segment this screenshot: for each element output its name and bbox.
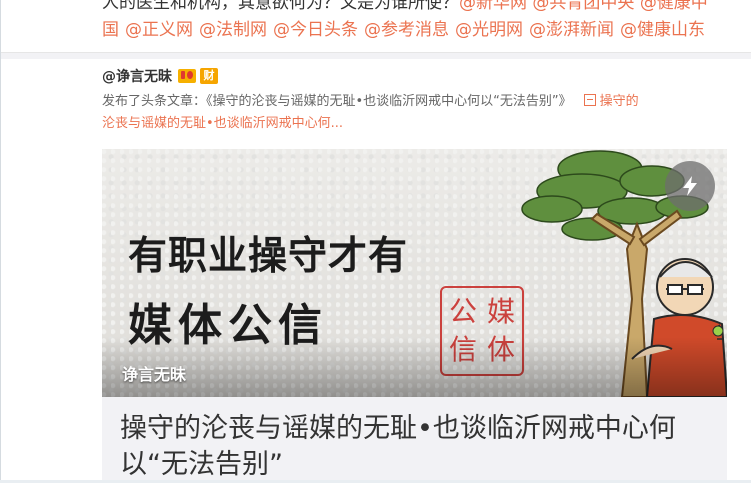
mention-link[interactable]: @法制网 bbox=[199, 20, 267, 40]
repost-text-prefix: 发布了头条文章：《操守的沦丧与谣媒的无耻•也谈临沂网戒中心何以“无法告别”》 bbox=[102, 94, 572, 109]
vip-badge-icon[interactable] bbox=[178, 69, 196, 83]
mention-link[interactable]: @澎湃新闻 bbox=[529, 20, 614, 40]
finance-badge-icon[interactable]: 财 bbox=[200, 68, 218, 84]
mention-link[interactable]: @健康中 bbox=[640, 0, 708, 13]
article-title[interactable]: 操守的沦丧与谣媒的无耻•也谈临沂网戒中心何以“无法告别” bbox=[120, 411, 710, 483]
repost-author-name[interactable]: @诤言无昧 bbox=[102, 66, 172, 86]
post-text: 人的医生和机构，其意欲何为？又是为谁所使？@新华网 @共青团中央 @健康中 国 @… bbox=[102, 0, 742, 44]
article-title-box[interactable]: 操守的沦丧与谣媒的无耻•也谈临沂网戒中心何以“无法告别” bbox=[102, 397, 727, 480]
cover-source-label: 诤言无昧 bbox=[122, 365, 187, 384]
mention-link[interactable]: @参考消息 bbox=[364, 20, 449, 40]
repost-author-row: @诤言无昧 财 bbox=[102, 66, 218, 86]
mention-link[interactable]: @共青团中央 bbox=[532, 0, 634, 13]
lightning-icon bbox=[683, 176, 697, 196]
mention-link[interactable]: @光明网 bbox=[455, 20, 523, 40]
article-icon bbox=[583, 94, 596, 106]
article-link-cont[interactable]: 沦丧与谣媒的无耻•也谈临沂网戒中心何... bbox=[102, 116, 343, 131]
post-text-plain: 人的医生和机构，其意欲何为？又是为谁所使？ bbox=[102, 0, 459, 13]
weibo-card: 人的医生和机构，其意欲何为？又是为谁所使？@新华网 @共青团中央 @健康中 国 @… bbox=[0, 0, 751, 480]
lightning-button[interactable] bbox=[665, 161, 715, 211]
cover-headline-line1: 有职业操守才有 bbox=[128, 234, 409, 279]
mention-link[interactable]: 国 bbox=[102, 20, 119, 40]
cover-shade bbox=[102, 337, 727, 397]
post-text-line1: 人的医生和机构，其意欲何为？又是为谁所使？@新华网 @共青团中央 @健康中 bbox=[102, 0, 742, 17]
mention-link[interactable]: @今日头条 bbox=[273, 20, 358, 40]
post-text-line2: 国 @正义网 @法制网 @今日头条 @参考消息 @光明网 @澎湃新闻 @健康山东 bbox=[102, 17, 742, 44]
article-cover-image[interactable]: 有职业操守才有 媒体公信 公 媒 信 体 bbox=[102, 149, 727, 397]
section-divider bbox=[1, 52, 751, 59]
mention-link[interactable]: @正义网 bbox=[125, 20, 193, 40]
article-link[interactable]: 操守的 bbox=[600, 94, 639, 109]
seal-char: 公 bbox=[448, 295, 477, 328]
repost-text: 发布了头条文章：《操守的沦丧与谣媒的无耻•也谈临沂网戒中心何以“无法告别”》 操守… bbox=[102, 91, 722, 135]
mention-link[interactable]: @新华网 bbox=[459, 0, 527, 13]
mention-link[interactable]: @健康山东 bbox=[620, 20, 705, 40]
